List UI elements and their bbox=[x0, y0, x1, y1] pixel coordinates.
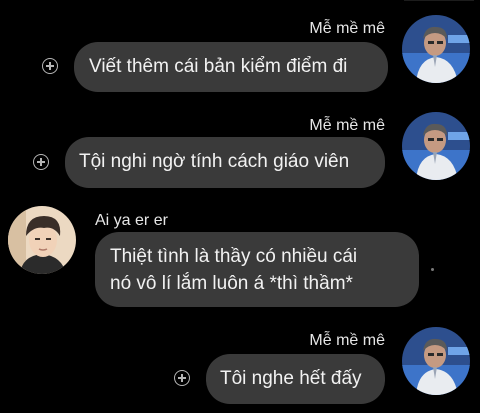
message-text: Tội nghi ngờ tính cách giáo viên bbox=[79, 151, 350, 172]
message-bubble[interactable]: Thiệt tình là thầy có nhiều cái nó vô lí… bbox=[95, 232, 419, 307]
user-avatar[interactable] bbox=[402, 327, 470, 395]
message-text: Viết thêm cái bản kiểm điểm đi bbox=[89, 56, 348, 77]
user-avatar-image bbox=[402, 327, 470, 395]
chat-thread: Mễ mề mê Viết thêm cái bản kiểm điểm đi … bbox=[0, 0, 480, 413]
message-bubble[interactable]: Tội nghi ngờ tính cách giáo viên bbox=[65, 137, 385, 188]
message-text-line: Thiệt tình là thầy có nhiều cái bbox=[110, 246, 358, 267]
more-options-icon[interactable] bbox=[431, 268, 434, 271]
add-reaction-icon[interactable] bbox=[174, 370, 190, 386]
user-avatar[interactable] bbox=[8, 206, 76, 274]
message-sender: Mễ mề mê bbox=[309, 332, 385, 349]
user-avatar-image bbox=[402, 112, 470, 180]
user-avatar[interactable] bbox=[402, 112, 470, 180]
add-reaction-icon[interactable] bbox=[33, 154, 49, 170]
user-avatar[interactable] bbox=[402, 15, 470, 83]
message-bubble[interactable]: Tôi nghe hết đấy bbox=[206, 354, 385, 404]
message-sender: Mễ mề mê bbox=[309, 117, 385, 134]
message-sender: Ai ya er er bbox=[95, 212, 168, 229]
user-avatar-image bbox=[8, 206, 76, 274]
user-avatar-image bbox=[402, 15, 470, 83]
message-text-line: nó vô lí lắm luôn á *thì thầm* bbox=[110, 273, 353, 294]
message-sender: Mễ mề mê bbox=[309, 20, 385, 37]
message-text: Tôi nghe hết đấy bbox=[220, 368, 362, 389]
divider bbox=[404, 0, 474, 1]
message-bubble[interactable]: Viết thêm cái bản kiểm điểm đi bbox=[74, 42, 388, 92]
add-reaction-icon[interactable] bbox=[42, 58, 58, 74]
